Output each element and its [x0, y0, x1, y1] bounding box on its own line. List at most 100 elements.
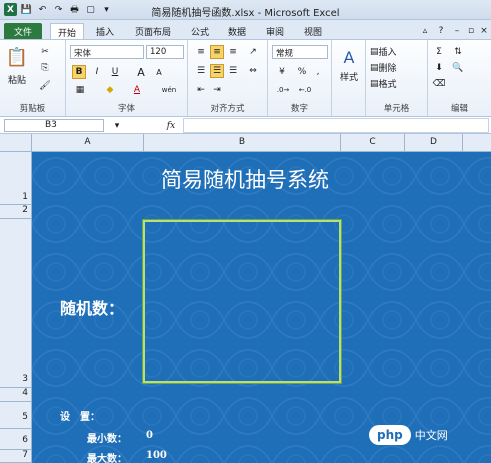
currency-icon[interactable]: ¥: [274, 65, 290, 79]
window-minimize-icon[interactable]: –: [450, 24, 464, 38]
max-value[interactable]: 100: [146, 450, 167, 461]
row-header-7[interactable]: 7: [0, 450, 32, 463]
clipboard-group: 📋 粘贴 ✂ ⎘ 🖌 剪贴板: [0, 40, 66, 116]
help-icon[interactable]: ?: [434, 24, 448, 38]
autosum-icon[interactable]: Σ: [432, 45, 446, 58]
styles-icon[interactable]: A: [338, 46, 360, 68]
name-box-dropdown-icon[interactable]: ▾: [112, 120, 122, 131]
insert-cells-button[interactable]: ▤ 插入: [370, 45, 424, 59]
paste-label[interactable]: 粘贴: [4, 73, 30, 86]
font-group: 宋体 120 B I U A A ▦ ◆ A wén 字体: [66, 40, 188, 116]
decrease-indent-icon[interactable]: ⇤: [194, 83, 208, 97]
row-header-3[interactable]: 3: [0, 219, 32, 388]
insert-cells-icon: ▤: [370, 46, 379, 57]
column-headers: A B C D: [0, 134, 491, 152]
random-number-display[interactable]: [142, 219, 342, 384]
format-painter-icon[interactable]: 🖌: [38, 80, 52, 92]
align-left-icon[interactable]: ☰: [194, 64, 208, 78]
fill-icon[interactable]: ⬇: [432, 61, 446, 74]
column-header-a[interactable]: A: [32, 134, 144, 152]
font-color-button[interactable]: A: [130, 83, 144, 97]
column-header-c[interactable]: C: [341, 134, 405, 152]
select-all-corner[interactable]: [0, 134, 32, 152]
tab-formulas[interactable]: 公式: [185, 23, 215, 40]
watermark-text: 中文网: [414, 429, 448, 442]
number-group-label: 数字: [290, 104, 308, 114]
borders-icon[interactable]: ▦: [72, 83, 88, 97]
row-headers: 1 2 3 4 5 6 7: [0, 152, 32, 463]
grow-font-button[interactable]: A: [134, 65, 148, 79]
tab-data[interactable]: 数据: [222, 23, 252, 40]
tab-review[interactable]: 审阅: [260, 23, 290, 40]
phonetic-button[interactable]: wén: [158, 83, 180, 97]
bold-button[interactable]: B: [72, 65, 86, 79]
row-header-2[interactable]: 2: [0, 205, 32, 219]
align-center-icon[interactable]: ☰: [210, 64, 224, 78]
comma-icon[interactable]: ,: [312, 65, 324, 79]
increase-decimal-icon[interactable]: .0→: [274, 83, 292, 97]
clipboard-group-label: 剪贴板: [19, 104, 46, 114]
row-header-4[interactable]: 4: [0, 388, 32, 402]
align-right-icon[interactable]: ☰: [226, 64, 240, 78]
column-header-d[interactable]: D: [405, 134, 463, 152]
number-group: 常规 ¥ % , .0→ ←.0 数字: [268, 40, 332, 116]
editing-group-label: 编辑: [450, 104, 468, 114]
percent-button[interactable]: %: [296, 65, 308, 79]
sheet-area[interactable]: 简易随机抽号系统 随机数： 设 置： 最小数： 0 最大数： 100: [32, 152, 491, 463]
row-header-5[interactable]: 5: [0, 402, 32, 429]
format-cells-label: 格式: [378, 80, 397, 90]
font-name-combo[interactable]: 宋体: [70, 45, 144, 59]
tab-file[interactable]: 文件: [4, 23, 42, 40]
min-value[interactable]: 0: [146, 430, 153, 441]
row-header-6[interactable]: 6: [0, 429, 32, 450]
align-bottom-icon[interactable]: ≡: [226, 45, 240, 59]
find-select-icon[interactable]: 🔍: [450, 61, 466, 74]
increase-indent-icon[interactable]: ⇥: [210, 83, 224, 97]
format-cells-button[interactable]: ▤ 格式: [370, 77, 424, 91]
alignment-group: ≡ ≡ ≡ ↗ ☰ ☰ ☰ ⇔ ⇤ ⇥ 对齐方式: [188, 40, 268, 116]
font-size-combo[interactable]: 120: [146, 45, 184, 59]
formula-bar: B3 ▾ fx: [0, 117, 491, 134]
merge-center-icon[interactable]: ⇔: [244, 64, 262, 78]
window-title: 简易随机抽号函数.xlsx - Microsoft Excel: [151, 8, 340, 19]
delete-cells-label: 删除: [378, 64, 397, 74]
shrink-font-button[interactable]: A: [152, 65, 166, 79]
name-box[interactable]: B3: [4, 119, 104, 132]
format-cells-icon: ▤: [370, 78, 379, 89]
row-header-1[interactable]: 1: [0, 152, 32, 205]
tab-home[interactable]: 开始: [50, 23, 84, 40]
font-group-label: 字体: [117, 104, 135, 114]
max-label: 最大数：: [87, 454, 127, 463]
orientation-icon[interactable]: ↗: [244, 45, 262, 59]
column-header-b[interactable]: B: [144, 134, 341, 152]
insert-function-button[interactable]: fx: [162, 119, 180, 132]
watermark-badge: php: [369, 425, 411, 445]
italic-button[interactable]: I: [90, 65, 104, 79]
align-middle-icon[interactable]: ≡: [210, 45, 224, 59]
window-close-icon[interactable]: ×: [477, 24, 491, 38]
decrease-decimal-icon[interactable]: ←.0: [296, 83, 314, 97]
title-bar: X 💾 ↶ ↷ 🖶 ▢ ▾ 简易随机抽号函数.xlsx - Microsoft …: [0, 0, 491, 20]
number-format-combo[interactable]: 常规: [272, 45, 328, 59]
alignment-group-label: 对齐方式: [210, 104, 245, 114]
clear-icon[interactable]: ⌫: [432, 77, 446, 90]
window-restore-icon[interactable]: ▫: [464, 24, 478, 38]
fill-color-icon[interactable]: ◆: [102, 83, 118, 97]
ribbon: 📋 粘贴 ✂ ⎘ 🖌 剪贴板 宋体 120 B I U A A ▦ ◆ A wé…: [0, 39, 491, 117]
delete-cells-button[interactable]: ▤ 删除: [370, 61, 424, 75]
minimize-ribbon-icon[interactable]: ▵: [418, 24, 432, 38]
cut-icon[interactable]: ✂: [38, 46, 52, 58]
delete-cells-icon: ▤: [370, 62, 379, 73]
copy-icon[interactable]: ⎘: [38, 62, 52, 74]
styles-button-label[interactable]: 样式: [334, 70, 364, 83]
sort-filter-icon[interactable]: ⇅: [450, 45, 466, 58]
cells-group-label: 单元格: [383, 104, 410, 114]
paste-icon[interactable]: 📋: [6, 44, 28, 70]
tab-insert[interactable]: 插入: [90, 23, 120, 40]
site-watermark: php 中文网: [369, 420, 491, 450]
align-top-icon[interactable]: ≡: [194, 45, 208, 59]
tab-view[interactable]: 视图: [298, 23, 328, 40]
underline-button[interactable]: U: [108, 65, 122, 79]
formula-input[interactable]: [183, 118, 489, 133]
tab-page-layout[interactable]: 页面布局: [128, 23, 178, 40]
